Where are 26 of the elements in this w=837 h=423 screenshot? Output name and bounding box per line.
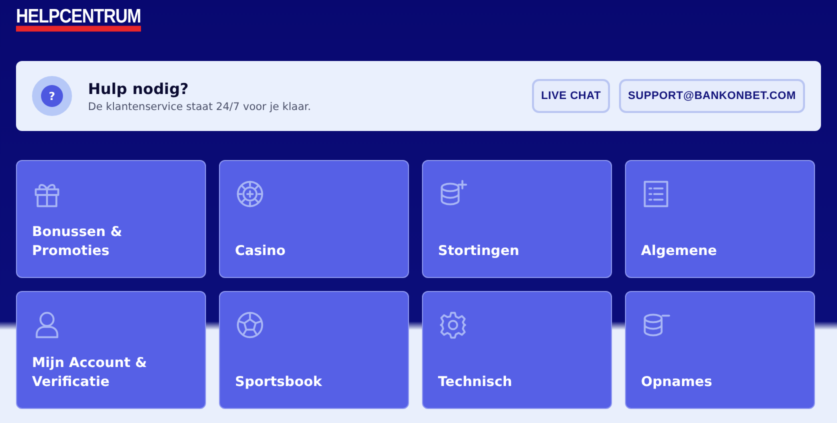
category-label: Sportsbook (235, 373, 322, 392)
category-card[interactable]: Sportsbook (219, 291, 409, 409)
help-icon: ? (32, 76, 72, 116)
category-card[interactable]: Casino (219, 160, 409, 278)
category-label: Casino (235, 242, 286, 261)
category-card[interactable]: Algemene (625, 160, 815, 278)
email-button[interactable]: SUPPORT@BANKONBET.COM (619, 79, 805, 113)
logo[interactable]: HELPCENTRUM (16, 6, 141, 32)
category-card[interactable]: Opnames (625, 291, 815, 409)
category-label: Mijn Account & Verificatie (32, 354, 148, 392)
banner-subtitle: De klantenservice staat 24/7 voor je klaar. (88, 100, 312, 112)
category-label: Opnames (641, 373, 712, 392)
category-label: Algemene (641, 242, 717, 261)
settings-icon (438, 310, 468, 340)
live-chat-button[interactable]: LIVE CHAT (532, 79, 610, 113)
chip-icon (235, 179, 265, 209)
category-card[interactable]: Stortingen (422, 160, 612, 278)
category-card[interactable]: Bonussen & Promoties (16, 160, 206, 278)
list-icon (641, 179, 671, 209)
category-card[interactable]: Mijn Account & Verificatie (16, 291, 206, 409)
banner-title: Hulp nodig? (88, 80, 190, 98)
category-label: Bonussen & Promoties (32, 223, 124, 261)
category-label: Technisch (438, 373, 512, 392)
category-label: Stortingen (438, 242, 520, 261)
ball-icon (235, 310, 265, 340)
category-card[interactable]: Technisch (422, 291, 612, 409)
